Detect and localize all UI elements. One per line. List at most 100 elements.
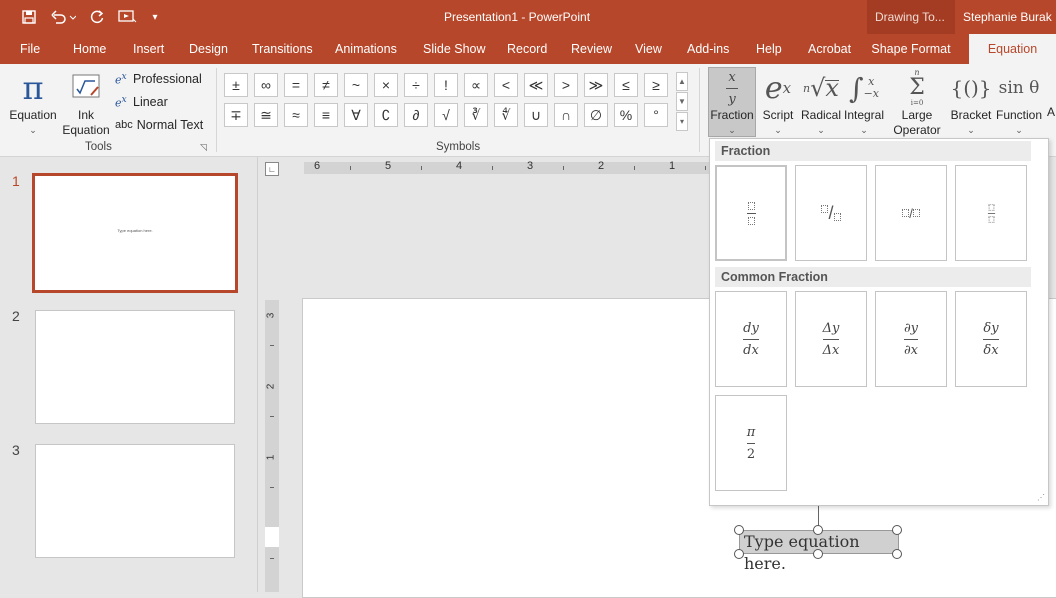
dialog-launcher-icon[interactable]: ◹ xyxy=(200,142,207,153)
resize-handle[interactable] xyxy=(892,549,902,559)
linear-fraction[interactable]: / xyxy=(875,165,947,261)
vertical-ruler: 3 2 1 xyxy=(265,300,279,592)
symbol[interactable]: √ xyxy=(434,103,458,127)
symbol[interactable]: ∀ xyxy=(344,103,368,127)
stacked-fraction[interactable] xyxy=(715,165,787,261)
resize-handle[interactable] xyxy=(734,525,744,535)
tools-group-label: Tools xyxy=(85,141,112,153)
professional-icon: ex xyxy=(115,71,127,87)
symbol[interactable]: ~ xyxy=(344,73,368,97)
professional-button[interactable]: ex Professional xyxy=(115,69,202,89)
slide-thumbnail-1[interactable]: Type equation here. xyxy=(32,173,238,293)
symbol[interactable]: ÷ xyxy=(404,73,428,97)
symbol[interactable]: ∂ xyxy=(404,103,428,127)
radical-button[interactable]: n √ x Radical ⌄ xyxy=(800,68,842,138)
symbol[interactable]: ≤ xyxy=(614,73,638,97)
resize-handle[interactable] xyxy=(734,549,744,559)
tab-help[interactable]: Help xyxy=(756,34,782,64)
symbol[interactable]: = xyxy=(284,73,308,97)
fraction-dy-dx[interactable]: dy dx xyxy=(715,291,787,387)
skewed-fraction[interactable]: / xyxy=(795,165,867,261)
symbol[interactable]: ≠ xyxy=(314,73,338,97)
scroll-up-icon[interactable]: ▲ xyxy=(676,72,688,91)
chevron-down-icon: ⌄ xyxy=(860,125,868,135)
symbol[interactable]: ≥ xyxy=(644,73,668,97)
ruler-tick xyxy=(421,166,422,170)
symbol[interactable]: ! xyxy=(434,73,458,97)
ink-equation-button[interactable]: Ink Equation xyxy=(60,68,112,138)
slide-thumbnail-2[interactable] xyxy=(35,310,235,424)
symbol[interactable]: ≪ xyxy=(524,73,548,97)
function-button[interactable]: sin θ Function ⌄ xyxy=(994,68,1044,138)
tab-shape-format[interactable]: Shape Format xyxy=(867,34,955,64)
tab-insert[interactable]: Insert xyxy=(133,34,164,64)
script-button[interactable]: ex Script ⌄ xyxy=(758,68,798,138)
symbol[interactable]: ∅ xyxy=(584,103,608,127)
symbol[interactable]: ≡ xyxy=(314,103,338,127)
normal-text-button[interactable]: abc Normal Text xyxy=(115,115,203,135)
tab-equation[interactable]: Equation xyxy=(969,34,1056,64)
slide-thumbnail-3[interactable] xyxy=(35,444,235,558)
symbol[interactable]: ∜ xyxy=(494,103,518,127)
tab-transitions[interactable]: Transitions xyxy=(252,34,313,64)
ribbon-tabs: File Home Insert Design Transitions Anim… xyxy=(0,34,1056,64)
symbol[interactable]: × xyxy=(374,73,398,97)
tab-slide-show[interactable]: Slide Show xyxy=(423,34,486,64)
tab-review[interactable]: Review xyxy=(571,34,612,64)
symbol[interactable]: ≫ xyxy=(584,73,608,97)
linear-icon: ex xyxy=(115,94,127,110)
user-name[interactable]: Stephanie Burak xyxy=(963,10,1052,24)
ruler-number: 3 xyxy=(527,160,534,172)
tab-view[interactable]: View xyxy=(635,34,662,64)
small-fraction[interactable] xyxy=(955,165,1027,261)
symbol[interactable]: > xyxy=(554,73,578,97)
symbol[interactable]: ∓ xyxy=(224,103,248,127)
symbol[interactable]: ∪ xyxy=(524,103,548,127)
fraction-delta-y-delta-x[interactable]: Δy Δx xyxy=(795,291,867,387)
resize-handle[interactable] xyxy=(813,549,823,559)
tab-animations[interactable]: Animations xyxy=(335,34,397,64)
linear-button[interactable]: ex Linear xyxy=(115,92,168,112)
symbol[interactable]: ± xyxy=(224,73,248,97)
symbol[interactable]: < xyxy=(494,73,518,97)
integral-button[interactable]: ∫ x −x Integral ⌄ xyxy=(842,68,886,138)
symbols-group-label: Symbols xyxy=(436,141,481,153)
symbol[interactable]: ° xyxy=(644,103,668,127)
tab-record[interactable]: Record xyxy=(507,34,547,64)
accent-button[interactable]: A xyxy=(1046,105,1056,120)
chevron-down-icon: ⌄ xyxy=(728,125,736,135)
tab-design[interactable]: Design xyxy=(189,34,228,64)
script-icon: ex xyxy=(764,70,792,106)
chevron-down-icon: ⌄ xyxy=(967,125,975,135)
tab-home[interactable]: Home xyxy=(73,34,106,64)
ruler-number: 1 xyxy=(265,454,277,461)
chevron-down-icon: ⌄ xyxy=(817,125,825,135)
more-symbols-icon[interactable]: ▾ xyxy=(676,112,688,131)
fraction-gallery: Fraction / / Common Fraction dy dx Δy Δx ∂… xyxy=(709,138,1049,506)
fraction-button[interactable]: xy Fraction ⌄ xyxy=(708,67,756,137)
ruler-number: 2 xyxy=(265,383,277,390)
fraction-small-delta[interactable]: δy δx xyxy=(955,291,1027,387)
tab-acrobat[interactable]: Acrobat xyxy=(808,34,851,64)
symbol[interactable]: ∩ xyxy=(554,103,578,127)
scroll-down-icon[interactable]: ▼ xyxy=(676,92,688,111)
equation-button[interactable]: π Equation ⌄ xyxy=(8,68,58,138)
symbol[interactable]: ∝ xyxy=(464,73,488,97)
symbol[interactable]: % xyxy=(614,103,638,127)
fraction-pi-over-2[interactable]: π2 xyxy=(715,395,787,491)
ruler-number: 3 xyxy=(265,312,277,319)
tab-selector-icon[interactable]: ∟ xyxy=(265,162,279,176)
tab-add-ins[interactable]: Add-ins xyxy=(687,34,729,64)
symbol[interactable]: ∛ xyxy=(464,103,488,127)
symbol[interactable]: ≅ xyxy=(254,103,278,127)
tab-file[interactable]: File xyxy=(20,34,40,64)
symbol[interactable]: ∁ xyxy=(374,103,398,127)
symbol[interactable]: ∞ xyxy=(254,73,278,97)
resize-handle[interactable] xyxy=(892,525,902,535)
resize-handle[interactable] xyxy=(813,525,823,535)
bracket-button[interactable]: {()} Bracket ⌄ xyxy=(948,68,994,138)
resize-grip-icon[interactable]: ⋰ xyxy=(1037,493,1045,502)
symbol[interactable]: ≈ xyxy=(284,103,308,127)
fraction-partial-y-partial-x[interactable]: ∂y ∂x xyxy=(875,291,947,387)
ruler-tick xyxy=(705,166,706,170)
